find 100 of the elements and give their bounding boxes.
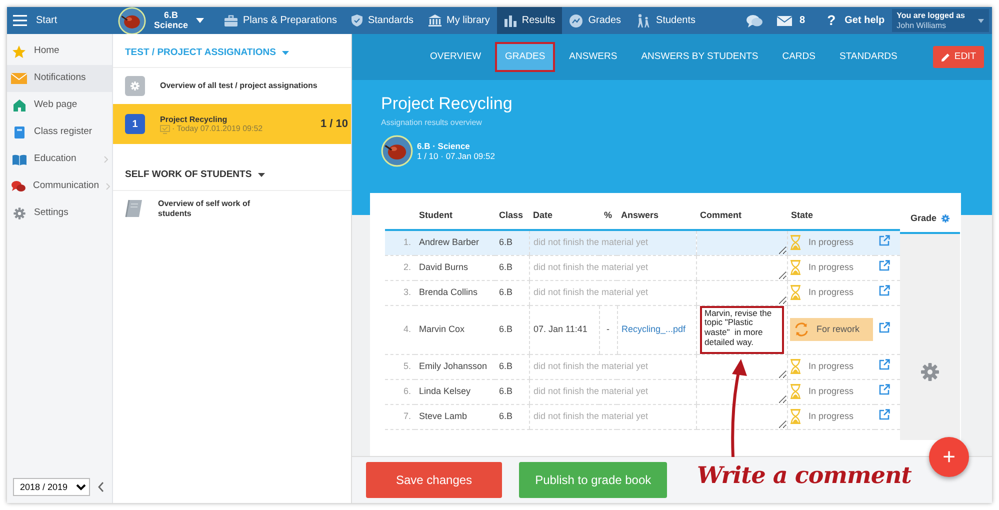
state-label: In progress: [808, 286, 854, 299]
sidebar-item[interactable]: Communication: [7, 173, 112, 200]
chevron-right-icon: [104, 156, 108, 163]
tab[interactable]: ANSWERS BY STUDENTS: [631, 42, 768, 72]
row-number: 2.: [403, 262, 411, 272]
progress-count: 1 / 10: [320, 117, 348, 132]
house-icon: [12, 99, 26, 112]
answer-file-link[interactable]: Recycling_...pdf: [622, 324, 686, 334]
nav-tab[interactable]: Students: [628, 7, 703, 34]
user-menu[interactable]: You are logged as John Williams: [892, 9, 989, 32]
student-name: Linda Kelsey: [419, 386, 471, 397]
walking-people-icon: [635, 14, 652, 28]
settings-icon: [940, 214, 950, 223]
chat-icon: [746, 14, 763, 28]
class-name: 6.B: [499, 324, 513, 334]
class-name: 6.B: [499, 410, 513, 421]
hourglass-icon: [790, 359, 800, 374]
book-icon: [125, 198, 143, 218]
open-link[interactable]: [879, 234, 890, 246]
column-header: Comment: [700, 210, 742, 220]
shield-icon: [350, 14, 363, 27]
messages-button[interactable]: 8: [770, 7, 812, 34]
status-note: did not finish the material yet: [534, 410, 648, 421]
percent-score: -: [606, 324, 610, 334]
menu-button[interactable]: Start: [7, 7, 111, 34]
edit-button[interactable]: EDIT: [933, 46, 984, 68]
help-button[interactable]: ? Get help: [820, 7, 892, 34]
action-button[interactable]: Publish to grade book: [519, 462, 668, 498]
status-note: did not finish the material yet: [534, 360, 648, 371]
open-link[interactable]: [879, 260, 890, 271]
column-header: %: [604, 210, 612, 220]
column-header: Date: [533, 210, 553, 220]
apple-icon: [118, 7, 146, 34]
status-note: did not finish the material yet: [534, 262, 648, 272]
nav-tab[interactable]: Standards: [344, 7, 421, 34]
number-badge: 1: [125, 114, 145, 134]
tab[interactable]: CARDS: [772, 42, 826, 72]
item-title: Overview of all test / project assignations: [160, 81, 318, 92]
sidebar-item[interactable]: Notifications: [7, 65, 112, 92]
open-link[interactable]: [879, 358, 890, 370]
collapse-button[interactable]: [96, 480, 106, 494]
bank-icon: [428, 14, 442, 27]
class-name: 6.B: [499, 236, 513, 247]
refresh-icon: [794, 322, 808, 337]
hourglass-icon: [790, 384, 800, 399]
hourglass-icon: [790, 409, 800, 424]
external-link-icon: [879, 284, 890, 296]
row-number: 6.: [403, 386, 411, 396]
class-selector[interactable]: 6.B Science: [110, 7, 211, 34]
class-name: 6.B: [499, 262, 513, 272]
nav-tab[interactable]: Grades: [562, 7, 628, 34]
open-link[interactable]: [879, 284, 890, 296]
apple-icon: [381, 135, 413, 168]
external-link-icon: [879, 408, 890, 420]
assignment-item[interactable]: 1 Project Recycling · Today 07.01.2019 09:52 1 / 10: [113, 104, 351, 144]
nav-tab[interactable]: My library: [420, 7, 497, 34]
tab[interactable]: OVERVIEW: [420, 42, 492, 72]
row-number: 5.: [403, 360, 411, 371]
sidebar-item[interactable]: Web page: [7, 92, 112, 119]
external-link-icon: [879, 384, 890, 395]
assignment-date: · Today 07.01.2019 09:52: [172, 124, 263, 134]
sidebar-item[interactable]: Education: [7, 146, 112, 173]
assignment-info: 1 / 10 · 07.Jan 09:52: [417, 151, 495, 162]
school-year-select[interactable]: 2018 / 2019: [13, 478, 90, 496]
open-link[interactable]: [879, 322, 890, 333]
page-title: Project Recycling: [381, 94, 514, 114]
student-name: Brenda Collins: [419, 286, 478, 298]
student-name: Emily Johansson: [419, 360, 488, 372]
tab[interactable]: STANDARDS: [829, 42, 908, 72]
caret-icon: [258, 173, 265, 178]
sidebar-item[interactable]: Class register: [7, 119, 112, 146]
state-label: For rework: [816, 322, 860, 336]
class-name: 6.B: [499, 386, 513, 396]
state-label: In progress: [808, 410, 854, 423]
section-heading: TEST / PROJECT ASSIGNATIONS: [125, 46, 276, 60]
student-name: Steve Lamb: [419, 410, 468, 422]
comment-field[interactable]: [696, 230, 786, 254]
caret-icon: [282, 51, 289, 56]
column-header: Class: [499, 210, 524, 220]
sidebar-item[interactable]: Home: [7, 38, 112, 65]
envelope-icon: [11, 73, 27, 84]
action-button[interactable]: Save changes: [366, 462, 502, 498]
external-link-icon: [879, 260, 890, 271]
tab[interactable]: ANSWERS: [559, 42, 628, 72]
open-link[interactable]: [879, 408, 890, 420]
item-title: Overview of self work of students: [158, 198, 252, 218]
column-header: Answers: [621, 210, 659, 220]
sidebar-item[interactable]: Settings: [7, 200, 112, 227]
hourglass-icon: [790, 235, 800, 250]
pencil-icon: [941, 52, 950, 62]
chevron-right-icon: [106, 183, 110, 190]
status-note: did not finish the material yet: [534, 236, 648, 247]
annotation-text: Write a comment: [697, 461, 912, 491]
nav-tab[interactable]: Results: [496, 7, 562, 34]
section-heading: SELF WORK OF STUDENTS: [125, 168, 252, 182]
nav-tab[interactable]: Plans & Preparations: [217, 7, 344, 34]
comment-field[interactable]: Marvin, revise the topic "Plastic waste" in more detailed way.: [700, 306, 784, 354]
row-number: 1.: [403, 236, 411, 247]
open-link[interactable]: [879, 384, 890, 395]
chat-bubbles-icon: [11, 180, 26, 193]
